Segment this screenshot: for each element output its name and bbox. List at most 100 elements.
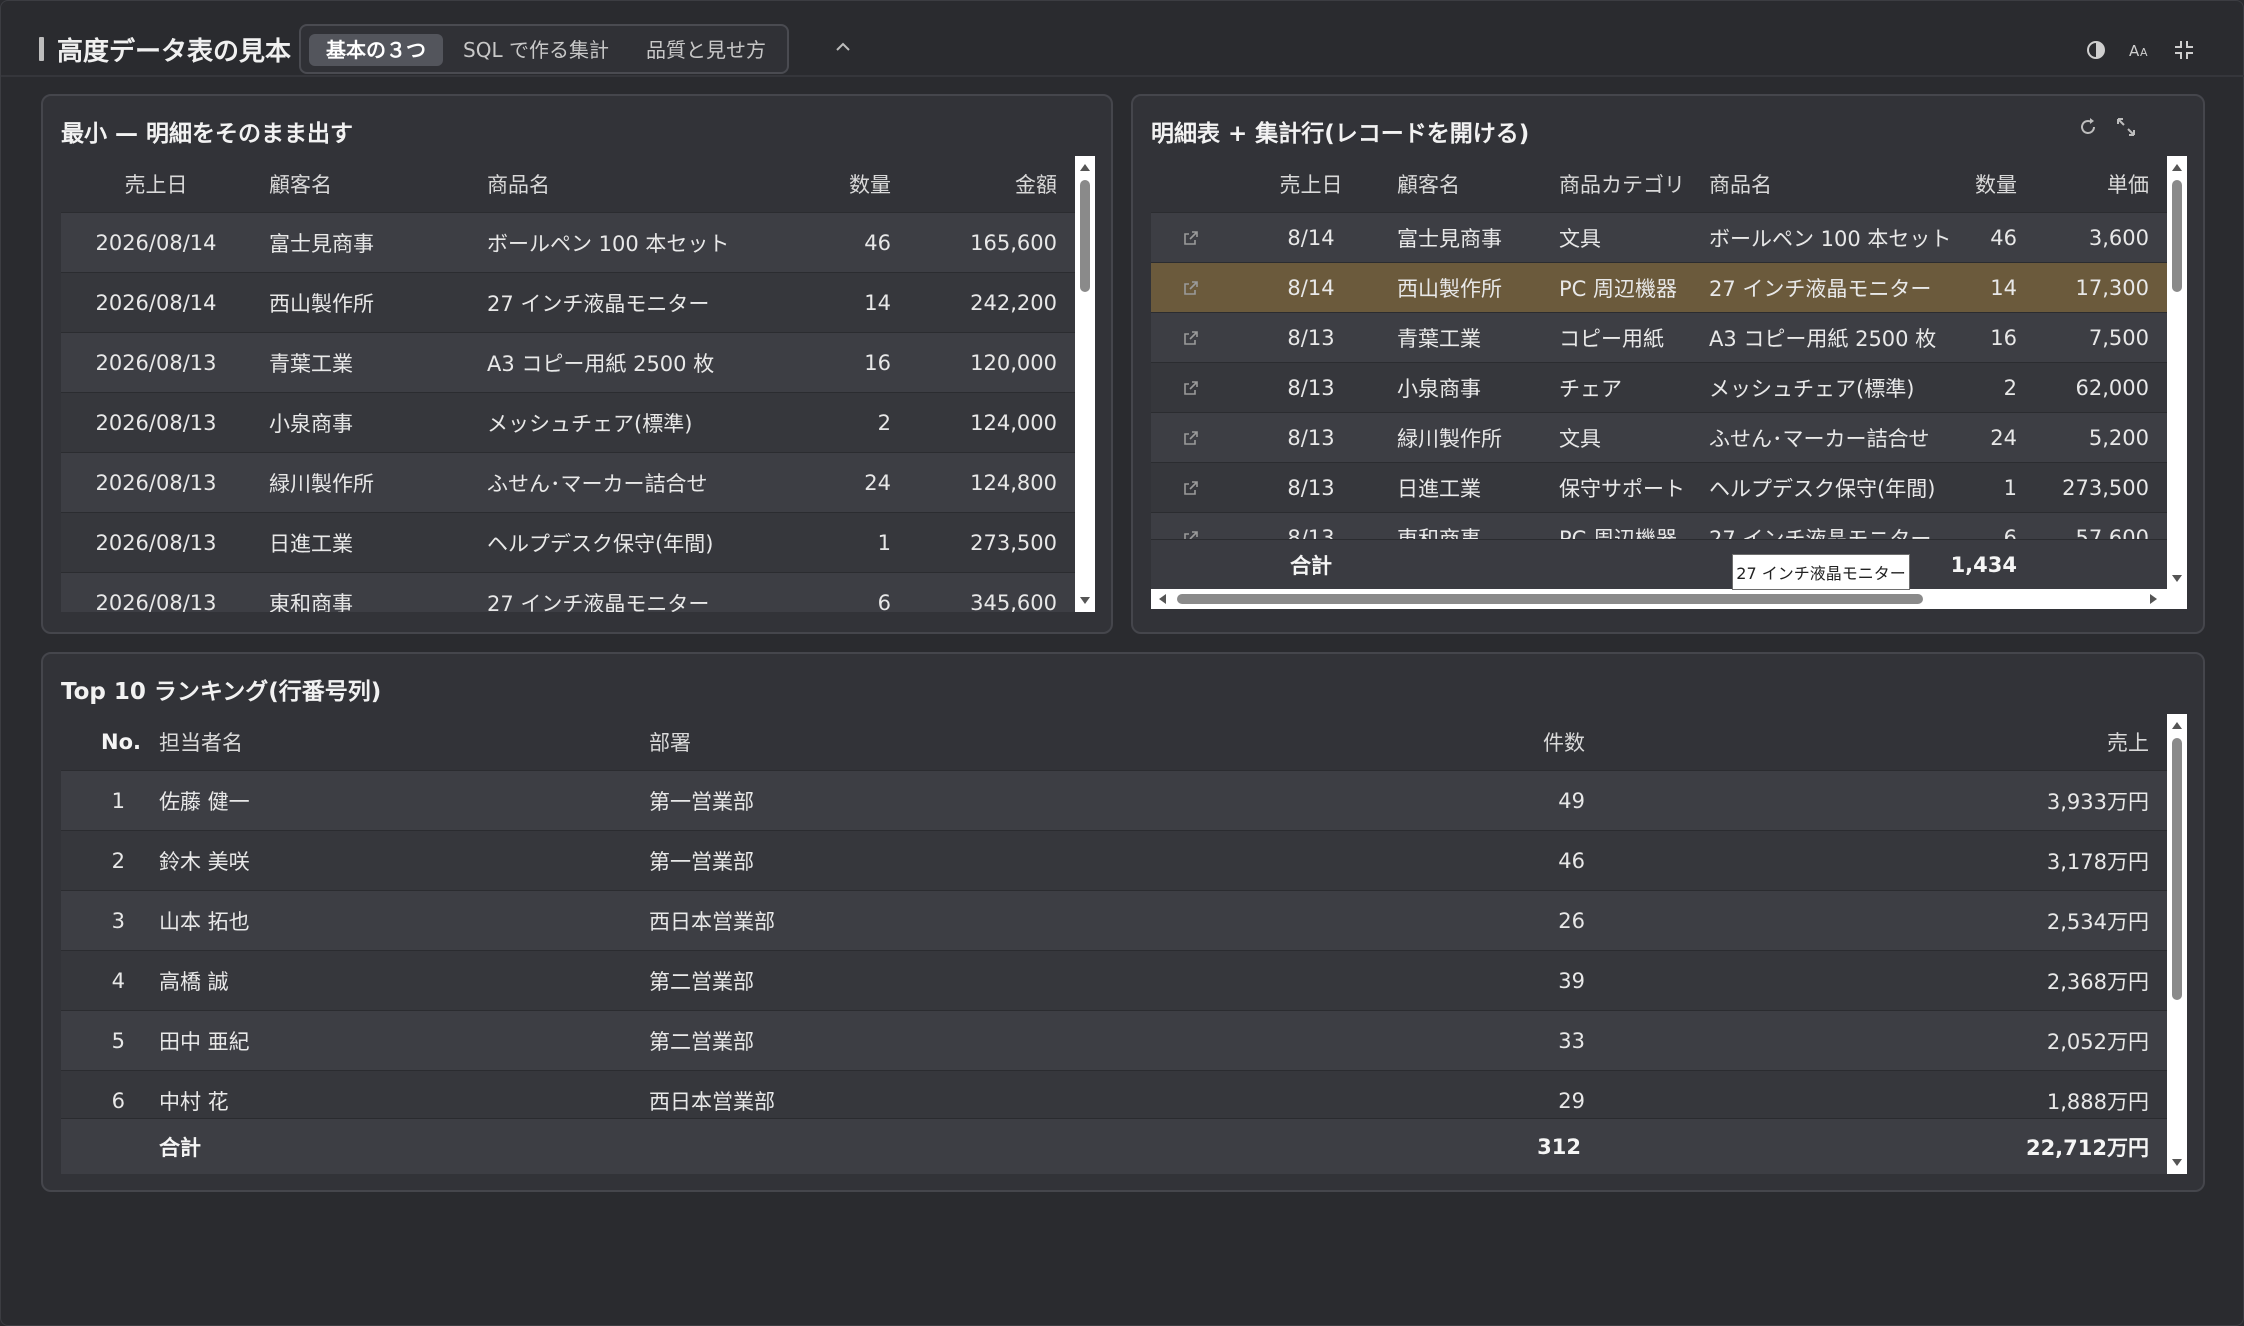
table-cell: 高橋 誠 [159,969,229,994]
table-row[interactable]: 5 田中 亜紀 第二営業部 33 2,052万円 [61,1010,2167,1070]
tab-sql-aggregation[interactable]: SQL で作る集計 [451,34,621,66]
scrollbar-thumb[interactable] [1177,594,1923,604]
column-header[interactable]: 件数 [1461,714,1585,770]
column-header[interactable]: 商品名 [487,156,787,212]
scroll-up-arrow-icon[interactable] [2171,162,2183,172]
column-header[interactable]: 金額 [921,156,1057,212]
table-cell: 西山製作所 [269,291,374,316]
table-cell: メッシュチェア(標準) [487,411,693,436]
table-cell: 120,000 [970,350,1057,375]
open-record-icon[interactable] [1183,430,1199,446]
table-cell: 2026/08/13 [95,590,217,613]
scroll-down-arrow-icon[interactable] [2171,1158,2183,1168]
table-cell: 4 [111,968,125,993]
table-cell: 3,178万円 [2046,849,2149,874]
vertical-scrollbar[interactable] [1075,156,1095,612]
table-cell: 8/13 [1287,475,1335,500]
table-row[interactable]: 2026/08/13 日進工業 ヘルプデスク保守(年間) 1 273,500 [61,512,1075,572]
table-cell: 青葉工業 [269,351,353,376]
scrollbar-thumb[interactable] [2172,738,2182,1000]
table-cell: 日進工業 [1397,476,1481,501]
tab-basic-three[interactable]: 基本の３つ [309,34,443,66]
detail-table: 売上日 顧客名 商品名 数量 金額 2026/08/14 富士見商事 ボールペン 1… [61,156,1075,612]
table-cell: 東和商事 [269,591,353,613]
total-label: 合計 [159,1135,201,1160]
table-row[interactable]: 2026/08/13 緑川製作所 ふせん･マーカー詰合せ 24 124,800 [61,452,1075,512]
table-row[interactable]: 8/13 日進工業 保守サポート ヘルプデスク保守(年間) 1 273,500 [1151,462,2167,512]
open-record-icon[interactable] [1183,280,1199,296]
table-row[interactable]: 8/14 西山製作所 PC 周辺機器 27 インチ液晶モニター 14 17,300 [1151,262,2167,312]
tab-quality-display[interactable]: 品質と見せ方 [631,34,781,66]
table-cell: 2,534万円 [2046,909,2149,934]
column-header[interactable]: 顧客名 [1397,156,1517,212]
table-cell: 1 [2003,475,2017,500]
column-header[interactable]: 顧客名 [269,156,469,212]
total-sales: 22,712万円 [2025,1135,2149,1160]
table-row[interactable]: 2026/08/13 小泉商事 メッシュチェア(標準) 2 124,000 [61,392,1075,452]
column-header[interactable]: No. [61,714,141,770]
table-cell: 16 [1990,325,2017,350]
table-cell: ボールペン 100 本セット [1709,226,1952,251]
open-record-icon[interactable] [1183,480,1199,496]
column-header[interactable]: 担当者名 [159,714,359,770]
scroll-down-arrow-icon[interactable] [1079,596,1091,606]
vertical-scrollbar[interactable] [2167,156,2187,589]
panel-top10-ranking: Top 10 ランキング(行番号列) No. 担当者名 部署 件数 売上 1 佐藤… [41,652,2205,1192]
table-row[interactable]: 8/13 小泉商事 チェア メッシュチェア(標準) 2 62,000 [1151,362,2167,412]
panel-detail-with-total: 明細表 + 集計行(レコードを開ける) 売上日 顧客名 商品カテゴリ 商品名 数… [1131,94,2205,634]
open-record-icon[interactable] [1183,380,1199,396]
table-row[interactable]: 8/13 青葉工業 コピー用紙 A3 コピー用紙 2500 枚 16 7,500 [1151,312,2167,362]
table-row[interactable]: 1 佐藤 健一 第一営業部 49 3,933万円 [61,770,2167,830]
table-cell: 青葉工業 [1397,326,1481,351]
column-header[interactable]: 商品カテゴリ [1559,156,1699,212]
scroll-left-arrow-icon[interactable] [1157,593,1167,605]
column-header[interactable]: 売上 [1861,714,2149,770]
table-cell: 49 [1558,788,1585,813]
table-row[interactable]: 8/13 緑川製作所 文具 ふせん･マーカー詰合せ 24 5,200 [1151,412,2167,462]
column-header[interactable]: 売上日 [61,156,251,212]
scroll-right-arrow-icon[interactable] [2149,593,2159,605]
exit-fullscreen-icon[interactable] [2173,39,2195,61]
table-row[interactable]: 3 山本 拓也 西日本営業部 26 2,534万円 [61,890,2167,950]
total-label: 合計 [1290,553,1332,578]
table-cell: 緑川製作所 [1397,426,1502,451]
scrollbar-thumb[interactable] [2172,180,2182,292]
chevron-up-icon[interactable] [833,37,853,57]
open-record-icon[interactable] [1183,330,1199,346]
expand-icon[interactable] [2115,116,2137,138]
contrast-icon[interactable] [2085,39,2107,61]
scroll-up-arrow-icon[interactable] [1079,162,1091,172]
scrollbar-thumb[interactable] [1080,180,1090,292]
scroll-down-arrow-icon[interactable] [2171,574,2183,584]
table-cell: 242,200 [970,290,1057,315]
table-row[interactable]: 2026/08/14 富士見商事 ボールペン 100 本セット 46 165,600 [61,212,1075,272]
panel-minimal-detail: 最小 — 明細をそのまま出す 売上日 顧客名 商品名 数量 金額 2026/08… [41,94,1113,634]
table-cell: 2 [2003,375,2017,400]
table-row[interactable]: 2026/08/13 青葉工業 A3 コピー用紙 2500 枚 16 120,000 [61,332,1075,392]
horizontal-scrollbar[interactable] [1151,589,2187,609]
font-size-icon[interactable]: A A [2129,39,2151,61]
column-header[interactable]: 数量 [1961,156,2017,212]
column-header[interactable]: 数量 [821,156,891,212]
table-cell: 46 [1990,225,2017,250]
table-row[interactable]: 8/14 富士見商事 文具 ボールペン 100 本セット 46 3,600 [1151,212,2167,262]
table-row[interactable]: 2026/08/13 東和商事 27 インチ液晶モニター 6 345,600 [61,572,1075,612]
column-header[interactable]: 売上日 [1261,156,1361,212]
table-cell: 2 [111,848,125,873]
column-header[interactable]: 商品名 [1709,156,1919,212]
table-row[interactable]: 2026/08/14 西山製作所 27 インチ液晶モニター 14 242,200 [61,272,1075,332]
scroll-up-arrow-icon[interactable] [2171,720,2183,730]
vertical-scrollbar[interactable] [2167,714,2187,1174]
refresh-icon[interactable] [2077,116,2099,138]
table-cell: 27 インチ液晶モニター [1709,276,1932,301]
table-cell: 文具 [1559,226,1601,251]
table-row[interactable]: 4 高橋 誠 第二営業部 39 2,368万円 [61,950,2167,1010]
table-cell: 46 [864,230,891,255]
column-header[interactable]: 部署 [649,714,849,770]
table-cell: 26 [1558,908,1585,933]
table-row[interactable]: 2 鈴木 美咲 第一営業部 46 3,178万円 [61,830,2167,890]
column-header[interactable]: 単価 [2037,156,2149,212]
open-record-icon[interactable] [1183,230,1199,246]
table-cell: 1 [111,788,125,813]
table-cell: 5 [111,1028,125,1053]
